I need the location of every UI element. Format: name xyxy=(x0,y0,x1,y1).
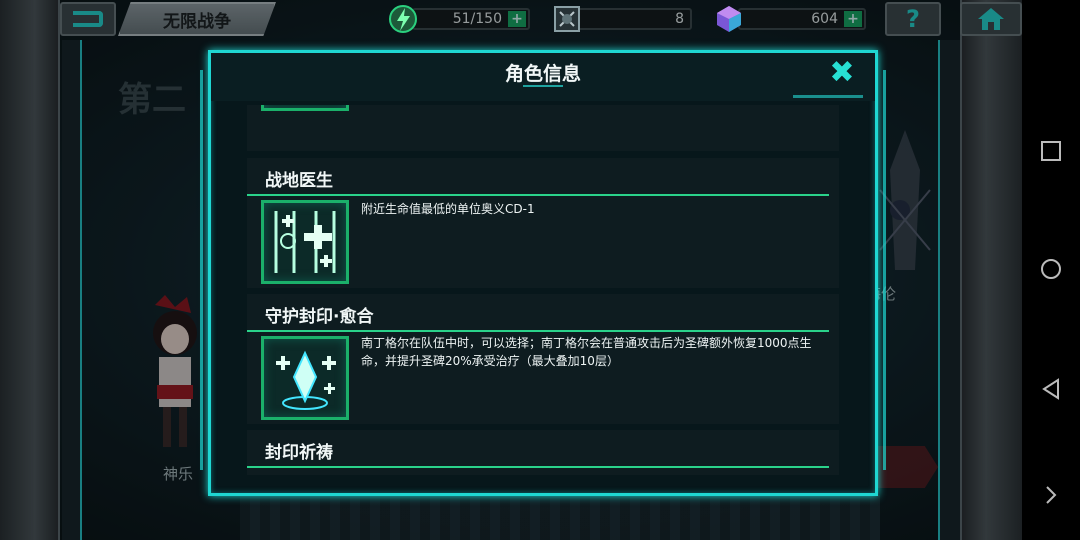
skill-card: 守护封印·愈合 南丁格尔在队伍中时，可以选择；南丁格尔会在普通攻击后为圣碑额外恢… xyxy=(247,294,839,424)
skill-card: 战地医生 附近生命值最低的单位奥义CD-1 xyxy=(247,158,839,288)
dialog-title: 角色信息 xyxy=(504,63,581,85)
header-decoration xyxy=(793,95,863,98)
close-button[interactable]: ✖ xyxy=(825,57,859,91)
square-nav-icon[interactable] xyxy=(1040,140,1062,162)
skill-divider xyxy=(247,194,829,196)
skill-icon xyxy=(261,105,349,111)
chevron-right-icon[interactable] xyxy=(1044,484,1058,506)
skill-name: 封印祈祷 xyxy=(265,443,333,463)
skill-description: 附近生命值最低的单位奥义CD-1 xyxy=(361,202,535,216)
skill-icon xyxy=(261,336,349,420)
game-screen: 第二 海伦 神乐 无限战争 51/150 + 8 604 + ? 角色信息 ✖ … xyxy=(0,0,1080,540)
skill-divider xyxy=(247,330,829,332)
system-nav-bar xyxy=(1022,0,1080,540)
skill-description: 南丁格尔在队伍中时，可以选择；南丁格尔会在普通攻击后为圣碑额外恢复1000点生命… xyxy=(361,336,812,368)
skill-name: 守护封印·愈合 xyxy=(265,307,374,327)
character-info-dialog: 角色信息 ✖ 战地医生 附近生命值最低的单位奥义CD-1 守护封印·愈合 南丁格… xyxy=(208,50,878,496)
skill-name: 战地医生 xyxy=(265,171,333,191)
lightning-icon xyxy=(389,5,417,33)
crystal-icon xyxy=(717,6,741,32)
dialog-header: 角色信息 ✖ xyxy=(211,53,875,101)
skill-card: 封印祈祷 xyxy=(247,430,839,475)
close-icon: ✖ xyxy=(829,55,855,90)
skill-icon xyxy=(261,200,349,284)
skill-card xyxy=(247,105,839,151)
skill-list[interactable]: 战地医生 附近生命值最低的单位奥义CD-1 守护封印·愈合 南丁格尔在队伍中时，… xyxy=(247,105,841,475)
ticket-icon xyxy=(554,6,580,32)
skill-divider xyxy=(247,466,829,468)
title-decoration xyxy=(523,85,563,87)
back-nav-icon[interactable] xyxy=(1040,378,1062,400)
circle-nav-icon[interactable] xyxy=(1040,258,1062,280)
